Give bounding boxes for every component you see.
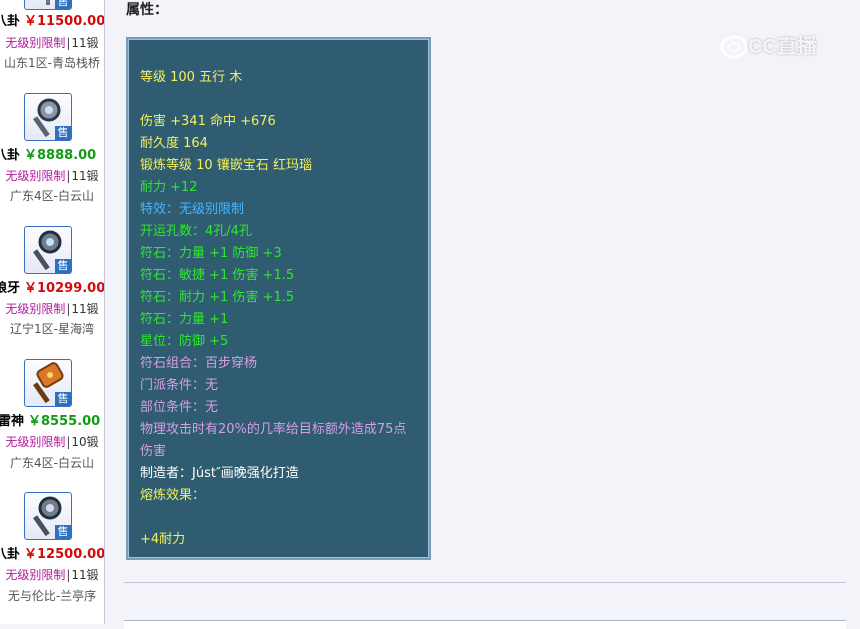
attributes-panel: 等级 100 五行 木 伤害 +341 命中 +676 耐久度 164 锻炼等级… [126,37,431,560]
prop-line: 制造者：Júst″画晚强化打造 [140,466,299,481]
prop-line: 符石：敏捷 +1 伤害 +1.5 [140,268,295,283]
server-name: 辽宁1区-星海湾 [10,322,94,336]
staff-icon[interactable]: 售 [24,93,72,141]
cc-logo-icon [720,34,748,60]
prop-line: 耐久度 164 [140,136,208,151]
level-limit: 无级别限制 [5,435,66,449]
forge-level: 11锻 [71,302,99,316]
prop-line: 符石：耐力 +1 伤害 +1.5 [140,290,295,305]
item-name: 雷神 [0,414,25,429]
prop-line: 门派条件：无 [140,378,219,393]
prop-line: +4耐力 [140,532,186,547]
sell-tag: 售 [55,392,71,406]
prop-line: 部位条件：无 [140,400,219,415]
separator: | [66,36,71,50]
item-name: 八卦 [0,547,21,562]
separator: | [66,169,71,183]
staff-icon[interactable]: 售 [24,492,72,540]
prop-line: 物理攻击时有20%的几率给目标额外造成75点 [140,422,407,437]
item-name: 八卦 [0,14,21,29]
prop-line: 耐力 +12 [140,180,198,195]
forge-level: 11锻 [71,169,99,183]
prop-line: 伤害 [140,444,167,459]
separator: | [66,568,71,582]
level-limit: 无级别限制 [5,568,66,582]
prop-line: 开运孔数：4孔/4孔 [140,224,252,239]
prop-line: 符石：力量 +1 防御 +3 [140,246,282,261]
level-limit: 无级别限制 [5,169,66,183]
watermark: CC直播 [720,34,838,60]
divider [124,620,846,629]
sell-tag: 售 [55,0,71,9]
item-name: 八卦 [0,148,21,163]
prop-line: 熔炼效果： [140,488,206,503]
attributes-heading: 属性： [126,2,168,18]
item-price: ￥8555.00 [28,414,101,429]
item-price: ￥11500.00 [24,14,104,29]
separator: | [66,435,71,449]
prop-line: 伤害 +341 命中 +676 [140,114,276,129]
prop-line: 等级 100 五行 木 [140,70,243,85]
watermark-text: CC直播 [748,36,817,58]
listing-sidebar: 售 八卦 ￥11500.00 无级别限制|11锻 山东1区-青岛栈桥 售 八卦 ￥8… [0,0,105,624]
server-name: 山东1区-青岛栈桥 [4,56,100,70]
hammer-icon[interactable]: 售 [24,359,72,407]
prop-line: 锻炼等级 10 镶嵌宝石 红玛瑙 [140,158,312,173]
sell-tag: 售 [55,259,71,273]
item-price: ￥8888.00 [24,148,97,163]
sell-tag: 售 [55,525,71,539]
prop-line: 符石组合：百步穿杨 [140,356,258,371]
staff-icon[interactable]: 售 [24,0,72,10]
server-name: 无与伦比-兰亭序 [7,589,97,603]
level-limit: 无级别限制 [5,302,66,316]
forge-level: 10锻 [71,435,99,449]
forge-level: 11锻 [71,36,99,50]
server-name: 广东4区-白云山 [10,189,94,203]
item-name: 狼牙 [0,281,21,296]
item-price: ￥12500.00 [24,547,104,562]
level-limit: 无级别限制 [5,36,66,50]
divider [124,582,846,583]
server-name: 广东4区-白云山 [10,456,94,470]
separator: | [66,302,71,316]
item-price: ￥10299.00 [24,281,104,296]
sell-tag: 售 [55,126,71,140]
forge-level: 11锻 [71,568,99,582]
prop-line: 符石：力量 +1 [140,312,229,327]
prop-line: 特效：无级别限制 [140,202,245,217]
prop-line: 星位：防御 +5 [140,334,229,349]
mace-icon[interactable]: 售 [24,226,72,274]
